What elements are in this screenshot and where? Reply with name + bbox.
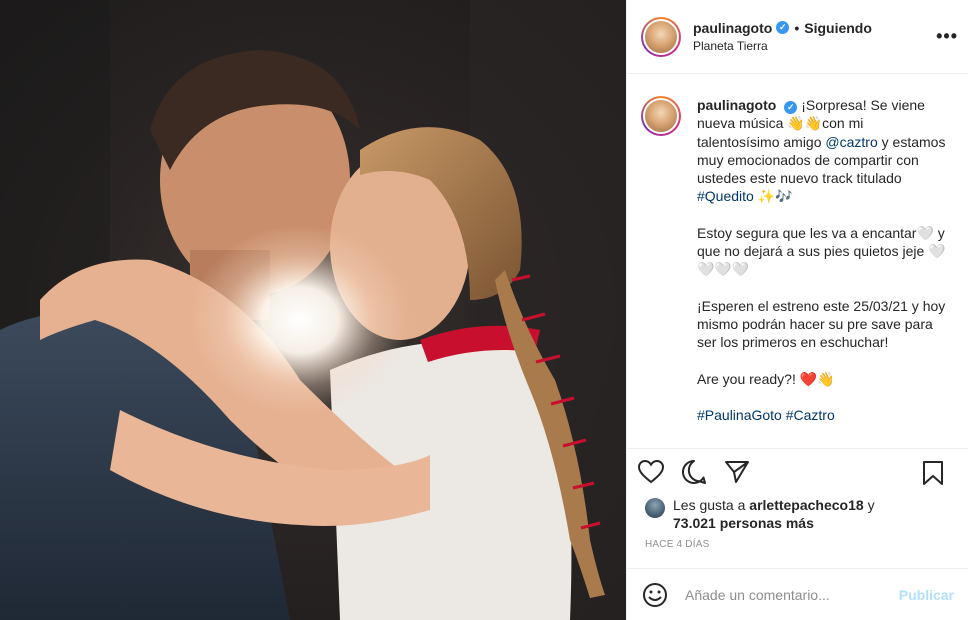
comment-icon[interactable] — [680, 458, 708, 486]
likes-text: Les gusta a arlettepacheco18 y 73.021 pe… — [673, 496, 875, 532]
caption-text-part3: ✨🎶 — [753, 188, 793, 205]
likes-prefix: Les gusta a — [673, 497, 750, 513]
post-side-panel: paulinagoto ✓ • Siguiendo Planeta Tierra… — [626, 0, 968, 620]
bookmark-icon[interactable] — [919, 459, 947, 487]
caption-paragraph-2: Estoy segura que les va a encantar🤍 y qu… — [697, 224, 946, 278]
couple-embrace-image — [0, 0, 626, 620]
caption-paragraph-4: Are you ready?! ❤️👋 — [697, 370, 835, 387]
author-avatar[interactable] — [641, 16, 681, 57]
likes-count[interactable]: 73.021 personas más — [673, 515, 814, 531]
hashtag-link[interactable]: #Quedito — [697, 188, 754, 204]
follow-button[interactable]: Siguiendo — [804, 19, 872, 37]
post-photo[interactable] — [0, 0, 626, 620]
verified-badge-icon: ✓ — [776, 21, 790, 34]
liker-username[interactable]: arlettepacheco18 — [749, 497, 863, 513]
caption-text: paulinagoto ✓ ¡Sorpresa! Se viene nueva m… — [697, 96, 947, 448]
caption-avatar[interactable] — [641, 96, 681, 136]
separator-dot: • — [794, 19, 800, 36]
heart-icon[interactable] — [637, 458, 665, 486]
instagram-post: paulinagoto ✓ • Siguiendo Planeta Tierra… — [0, 0, 968, 620]
caption-username[interactable]: paulinagoto — [697, 97, 776, 113]
share-icon[interactable] — [723, 458, 751, 486]
likes-middle: y — [863, 497, 875, 513]
hashtag-link[interactable]: #PaulinaGoto — [697, 407, 782, 423]
emoji-icon[interactable] — [641, 581, 669, 609]
likes-summary: Les gusta a arlettepacheco18 y 73.021 pe… — [627, 494, 968, 538]
verified-badge-icon: ✓ — [784, 101, 798, 114]
comment-input[interactable] — [685, 586, 891, 603]
location-link[interactable]: Planeta Tierra — [693, 37, 872, 55]
author-username[interactable]: paulinagoto — [693, 19, 772, 37]
post-actions — [627, 448, 968, 494]
caption-paragraph-3: ¡Esperen el estreno este 25/03/21 y hoy … — [697, 297, 946, 351]
post-timestamp[interactable]: HACE 4 DÍAS — [627, 538, 968, 568]
comment-bar: Publicar — [627, 568, 968, 620]
more-options-icon[interactable]: ••• — [936, 26, 958, 47]
author-info: paulinagoto ✓ • Siguiendo Planeta Tierra — [693, 19, 872, 55]
mention-link[interactable]: @caztro — [825, 134, 877, 150]
post-caption: paulinagoto ✓ ¡Sorpresa! Se viene nueva m… — [627, 74, 968, 448]
liker-avatar[interactable] — [645, 498, 665, 518]
publish-button[interactable]: Publicar — [899, 587, 954, 603]
post-header: paulinagoto ✓ • Siguiendo Planeta Tierra… — [627, 0, 968, 74]
hashtag-link[interactable]: #Caztro — [786, 407, 835, 423]
